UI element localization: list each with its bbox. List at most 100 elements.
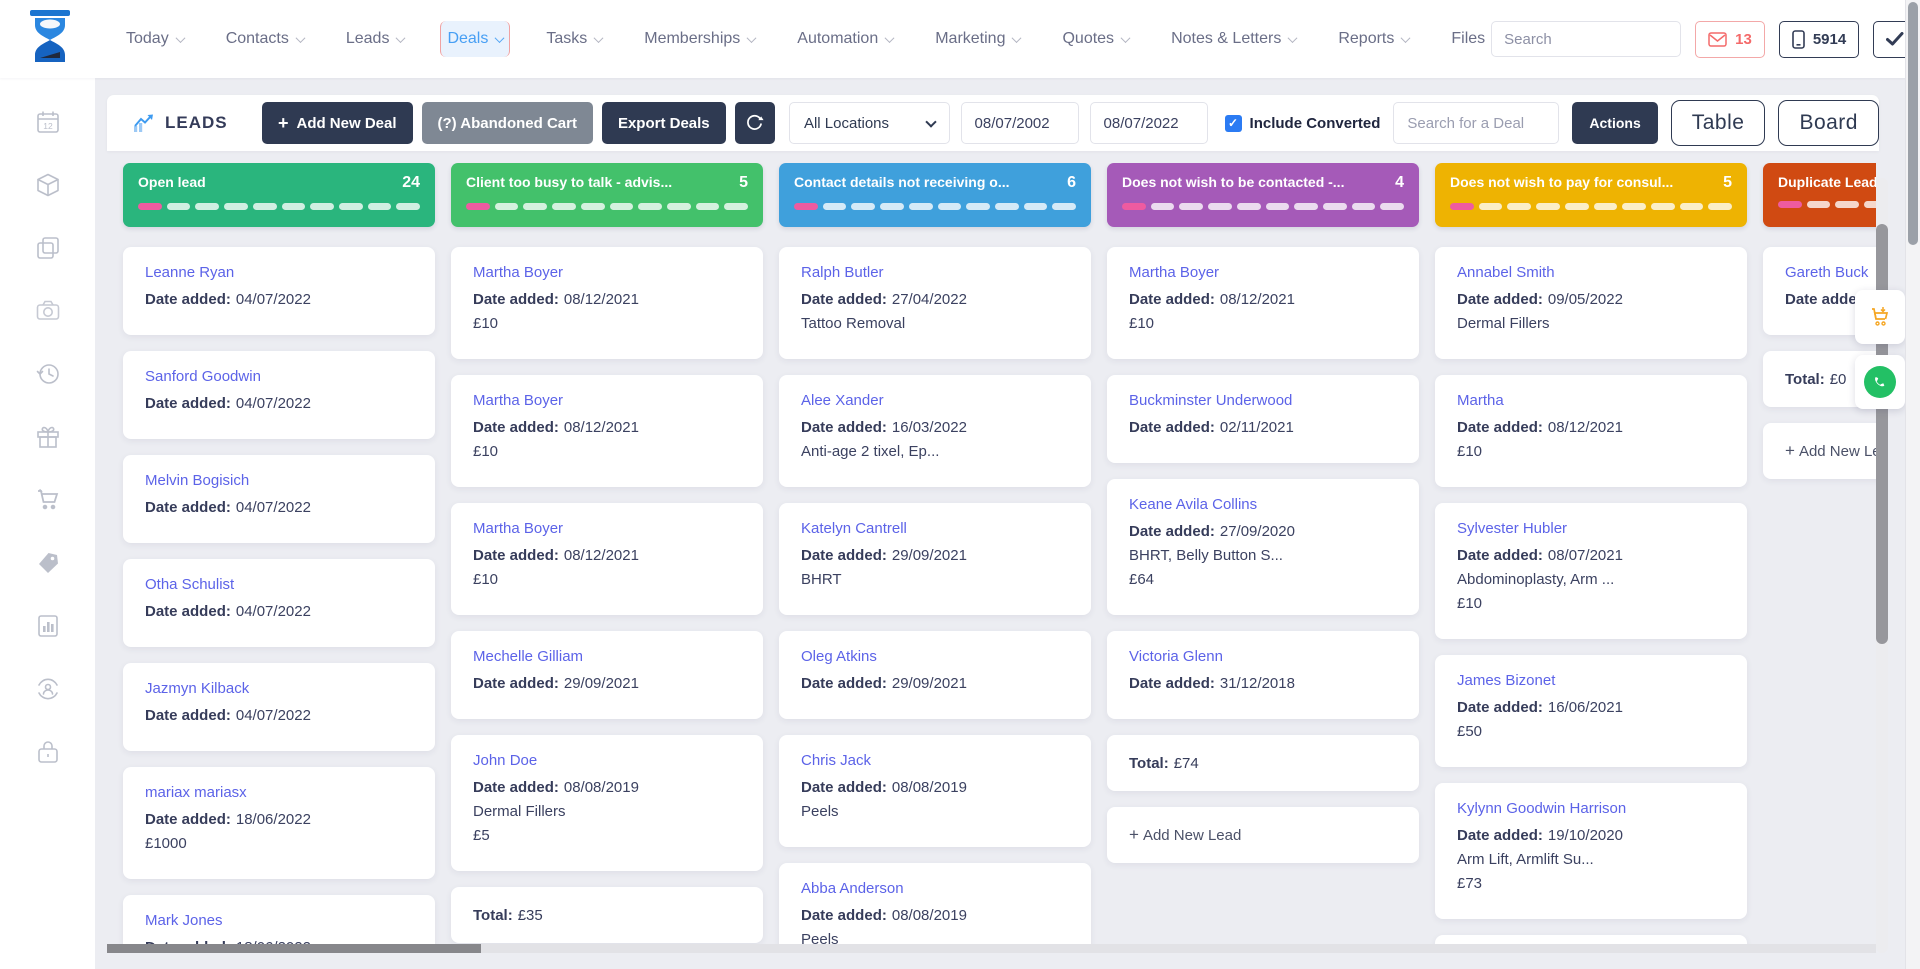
lead-name-link[interactable]: James Bizonet (1457, 672, 1725, 689)
deal-search-input[interactable] (1393, 102, 1559, 144)
lead-name-link[interactable]: John Doe (473, 752, 741, 769)
report-icon[interactable] (34, 612, 62, 640)
lead-name-link[interactable]: Abba Anderson (801, 880, 1069, 897)
date-to-input[interactable] (1090, 102, 1208, 144)
lead-card[interactable]: John DoeDate added:08/08/2019Dermal Fill… (451, 735, 763, 871)
lead-name-link[interactable]: Ralph Butler (801, 264, 1069, 281)
package-icon[interactable] (34, 171, 62, 199)
nav-item-today[interactable]: Today (120, 21, 190, 57)
lead-card[interactable]: Chris JackDate added:08/08/2019Peels (779, 735, 1091, 847)
nav-item-automation[interactable]: Automation (791, 21, 899, 57)
whatsapp-shortcut[interactable] (1855, 355, 1905, 409)
app-logo[interactable] (26, 8, 74, 70)
lead-name-link[interactable]: Leanne Ryan (145, 264, 413, 281)
board-horizontal-scrollbar[interactable] (107, 944, 1876, 953)
tag-icon[interactable] (34, 549, 62, 577)
lead-name-link[interactable]: mariax mariasx (145, 784, 413, 801)
nav-item-files[interactable]: Files (1445, 21, 1491, 57)
lead-card[interactable]: mariax mariasxDate added:18/06/2022£1000 (123, 767, 435, 879)
scrollbar-thumb[interactable] (1908, 2, 1918, 245)
lead-card[interactable]: Sanford GoodwinDate added:04/07/2022 (123, 351, 435, 439)
scrollbar-thumb[interactable] (107, 944, 481, 953)
column-header[interactable]: Contact details not receiving o...6 (779, 163, 1091, 227)
lead-card[interactable]: Martha BoyerDate added:08/12/2021£10 (1107, 247, 1419, 359)
lead-card[interactable]: Leanne RyanDate added:04/07/2022 (123, 247, 435, 335)
lead-card[interactable]: Keane Avila CollinsDate added:27/09/2020… (1107, 479, 1419, 615)
lead-name-link[interactable]: Martha Boyer (473, 392, 741, 409)
nav-item-quotes[interactable]: Quotes (1056, 21, 1135, 57)
lead-card[interactable]: Sylvester HublerDate added:08/07/2021Abd… (1435, 503, 1747, 639)
add-new-deal-button[interactable]: + Add New Deal (262, 102, 413, 144)
table-view-button[interactable]: Table (1671, 100, 1766, 146)
board-view-button[interactable]: Board (1778, 100, 1879, 146)
nav-item-leads[interactable]: Leads (340, 21, 411, 57)
lead-name-link[interactable]: Keane Avila Collins (1129, 496, 1397, 513)
lead-card[interactable]: Victoria GlennDate added:31/12/2018 (1107, 631, 1419, 719)
window-scrollbar[interactable] (1905, 0, 1920, 969)
lead-card[interactable]: Buckminster UnderwoodDate added:02/11/20… (1107, 375, 1419, 463)
lead-card[interactable]: MarthaDate added:08/12/2021£10 (1435, 375, 1747, 487)
lead-card[interactable]: Otha SchulistDate added:04/07/2022 (123, 559, 435, 647)
lead-card[interactable]: Mechelle GilliamDate added:29/09/2021 (451, 631, 763, 719)
nav-item-notes-letters[interactable]: Notes & Letters (1165, 21, 1302, 57)
cart-icon[interactable] (34, 486, 62, 514)
lead-name-link[interactable]: Victoria Glenn (1129, 648, 1397, 665)
abandoned-cart-button[interactable]: (?) Abandoned Cart (422, 102, 593, 144)
lead-name-link[interactable]: Sanford Goodwin (145, 368, 413, 385)
lead-name-link[interactable]: Oleg Atkins (801, 648, 1069, 665)
include-converted-toggle[interactable]: ✓ Include Converted (1225, 115, 1381, 132)
nav-item-tasks[interactable]: Tasks (540, 21, 608, 57)
lead-card[interactable]: Abba AndersonDate added:08/08/2019Peels (779, 863, 1091, 953)
lead-name-link[interactable]: Sylvester Hubler (1457, 520, 1725, 537)
search-input[interactable] (1492, 31, 1681, 48)
nav-item-contacts[interactable]: Contacts (220, 21, 310, 57)
lead-card[interactable]: Melvin BogisichDate added:04/07/2022 (123, 455, 435, 543)
lead-card[interactable]: Kylynn Goodwin HarrisonDate added:19/10/… (1435, 783, 1747, 919)
lead-name-link[interactable]: Martha Boyer (473, 520, 741, 537)
nav-item-deals[interactable]: Deals (440, 21, 510, 57)
column-header[interactable]: Does not wish to pay for consul...5 (1435, 163, 1747, 227)
lead-name-link[interactable]: Kylynn Goodwin Harrison (1457, 800, 1725, 817)
lead-card[interactable]: Annabel SmithDate added:09/05/2022Dermal… (1435, 247, 1747, 359)
history-icon[interactable] (34, 360, 62, 388)
copy-icon[interactable] (34, 234, 62, 262)
lock-icon[interactable] (34, 738, 62, 766)
lead-name-link[interactable]: Gareth Buck (1785, 264, 1876, 281)
lead-name-link[interactable]: Martha (1457, 392, 1725, 409)
lead-card[interactable]: Alee XanderDate added:16/03/2022Anti-age… (779, 375, 1091, 487)
lead-name-link[interactable]: Buckminster Underwood (1129, 392, 1397, 409)
lead-card[interactable]: Ralph ButlerDate added:27/04/2022Tattoo … (779, 247, 1091, 359)
scrollbar-thumb[interactable] (1876, 224, 1888, 644)
refresh-button[interactable] (735, 102, 775, 144)
nav-item-memberships[interactable]: Memberships (638, 21, 761, 57)
lead-name-link[interactable]: Chris Jack (801, 752, 1069, 769)
lead-card[interactable]: Martha BoyerDate added:08/12/2021£10 (451, 375, 763, 487)
column-header[interactable]: Duplicate Lead (1763, 163, 1876, 227)
lead-card[interactable]: Oleg AtkinsDate added:29/09/2021 (779, 631, 1091, 719)
actions-button[interactable]: Actions (1572, 102, 1657, 144)
column-header[interactable]: Does not wish to be contacted -...4 (1107, 163, 1419, 227)
camera-icon[interactable] (34, 297, 62, 325)
location-filter-select[interactable]: All Locations (789, 102, 950, 144)
lead-name-link[interactable]: Melvin Bogisich (145, 472, 413, 489)
lead-name-link[interactable]: Martha Boyer (1129, 264, 1397, 281)
checkbox-checked-icon[interactable]: ✓ (1225, 115, 1242, 132)
lead-name-link[interactable]: Otha Schulist (145, 576, 413, 593)
date-from-input[interactable] (961, 102, 1079, 144)
lead-name-link[interactable]: Martha Boyer (473, 264, 741, 281)
lead-card[interactable]: Martha BoyerDate added:08/12/2021£10 (451, 503, 763, 615)
abandoned-cart-shortcut[interactable] (1855, 290, 1905, 344)
lead-card[interactable]: Katelyn CantrellDate added:29/09/2021BHR… (779, 503, 1091, 615)
lead-name-link[interactable]: Alee Xander (801, 392, 1069, 409)
calls-badge[interactable]: 5914 (1779, 21, 1859, 58)
lead-name-link[interactable]: Mechelle Gilliam (473, 648, 741, 665)
column-header[interactable]: Client too busy to talk - advis...5 (451, 163, 763, 227)
messages-badge[interactable]: 13 (1695, 21, 1765, 58)
lead-name-link[interactable]: Annabel Smith (1457, 264, 1725, 281)
lead-name-link[interactable]: Katelyn Cantrell (801, 520, 1069, 537)
lead-card[interactable]: James BizonetDate added:16/06/2021£50 (1435, 655, 1747, 767)
add-new-lead-button[interactable]: +Add New Lead (1107, 807, 1419, 863)
lead-name-link[interactable]: Jazmyn Kilback (145, 680, 413, 697)
add-new-lead-button[interactable]: +Add New Lead (1763, 423, 1876, 479)
gift-icon[interactable] (34, 423, 62, 451)
